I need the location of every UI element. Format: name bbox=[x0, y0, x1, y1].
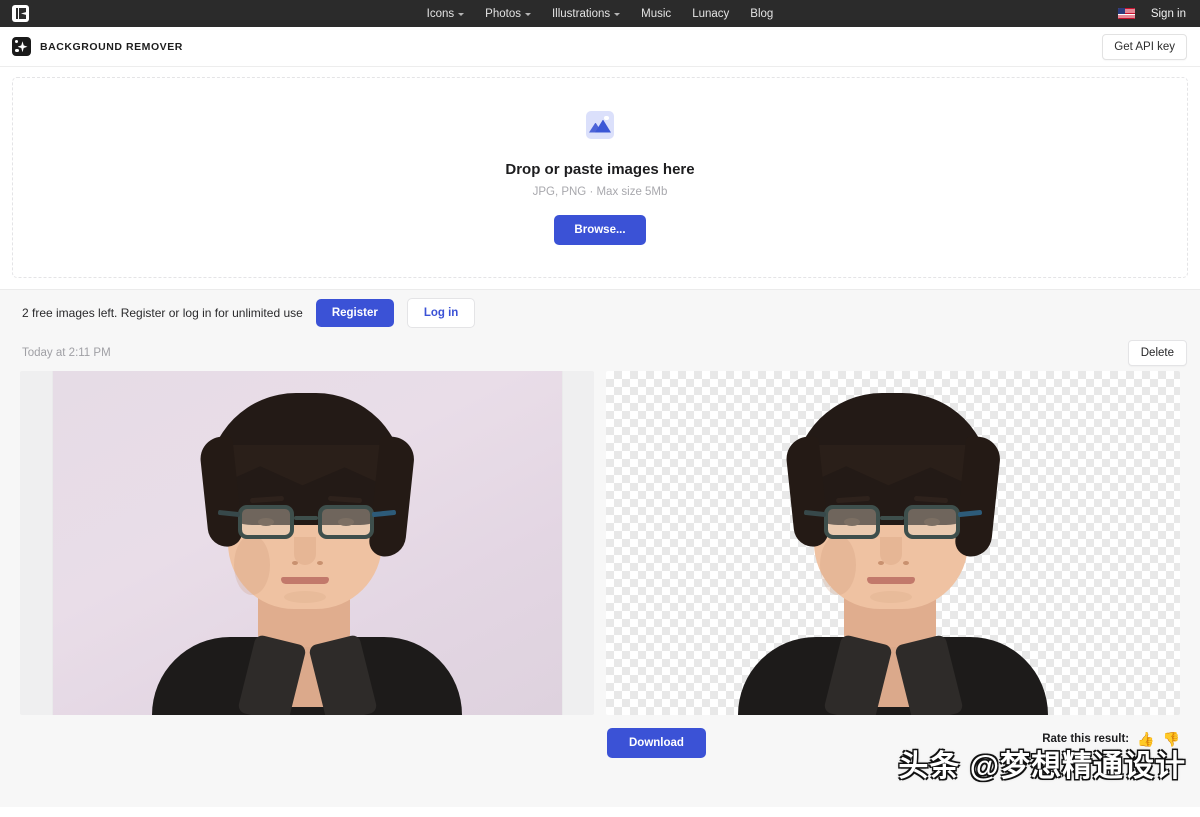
glasses-bridge bbox=[294, 516, 318, 520]
icons8-logo-icon bbox=[12, 5, 29, 22]
browse-button[interactable]: Browse... bbox=[554, 214, 646, 245]
thumbs-up-icon[interactable]: 👍 bbox=[1137, 732, 1154, 746]
cheek-shadow bbox=[234, 535, 270, 595]
nav-right-group: Sign in bbox=[1117, 0, 1186, 27]
sign-in-link[interactable]: Sign in bbox=[1151, 8, 1186, 20]
chevron-down-icon bbox=[614, 12, 621, 16]
nav-label-icons: Icons bbox=[426, 7, 455, 20]
free-images-message: 2 free images left. Register or log in f… bbox=[22, 305, 303, 320]
sun-shape bbox=[604, 115, 609, 121]
chin bbox=[284, 591, 326, 603]
free-usage-bar: 2 free images left. Register or log in f… bbox=[0, 289, 1200, 335]
nav-item-music[interactable]: Music bbox=[641, 8, 671, 20]
logo-dot-bottom bbox=[15, 48, 19, 53]
product-header-bar: BACKGROUND REMOVER Get API key bbox=[0, 27, 1200, 67]
download-button[interactable]: Download bbox=[607, 728, 706, 758]
product-brand[interactable]: BACKGROUND REMOVER bbox=[12, 37, 183, 56]
chevron-down-icon bbox=[524, 12, 531, 16]
original-image-panel[interactable] bbox=[20, 371, 594, 715]
glasses-lens-right bbox=[318, 505, 374, 539]
chin bbox=[870, 591, 912, 603]
main-nav-links: Icons Photos Illustrations Music Lunacy … bbox=[427, 8, 774, 20]
nav-label-lunacy: Lunacy bbox=[692, 7, 730, 20]
comparison-panels bbox=[0, 371, 1200, 715]
sparkle-logo-icon bbox=[12, 37, 31, 56]
portrait-figure bbox=[142, 385, 472, 715]
nav-label-illustrations: Illustrations bbox=[551, 7, 611, 20]
log-in-button[interactable]: Log in bbox=[406, 297, 476, 328]
nav-label-photos: Photos bbox=[485, 7, 521, 20]
nostril-left bbox=[292, 561, 298, 565]
result-section: Today at 2:11 PM Delete Download Rate th… bbox=[0, 335, 1200, 807]
original-portrait-photo bbox=[52, 371, 562, 715]
nav-item-lunacy[interactable]: Lunacy bbox=[692, 8, 729, 20]
file-dropzone[interactable]: Drop or paste images here JPG, PNG · Max… bbox=[12, 77, 1188, 278]
page-title: BACKGROUND REMOVER bbox=[40, 40, 183, 53]
register-button[interactable]: Register bbox=[315, 298, 394, 327]
logo-dot-top bbox=[15, 40, 18, 44]
image-placeholder-icon bbox=[586, 110, 614, 139]
rating-widget: Rate this result: 👍 👎 bbox=[1042, 732, 1180, 746]
nav-label-blog: Blog bbox=[750, 7, 774, 20]
glasses-lens-left bbox=[824, 505, 880, 539]
nostril-right bbox=[903, 561, 909, 565]
nav-label-music: Music bbox=[641, 7, 672, 20]
dropzone-title: Drop or paste images here bbox=[505, 160, 695, 178]
glasses-lens-left bbox=[238, 505, 294, 539]
dropzone-container: Drop or paste images here JPG, PNG · Max… bbox=[0, 67, 1200, 289]
glasses-bridge bbox=[880, 516, 904, 520]
mouth bbox=[867, 577, 915, 584]
nav-item-blog[interactable]: Blog bbox=[750, 8, 773, 20]
delete-button[interactable]: Delete bbox=[1127, 340, 1187, 366]
result-image-panel[interactable] bbox=[606, 371, 1180, 715]
result-header-row: Today at 2:11 PM Delete bbox=[0, 335, 1200, 371]
logo-sparkle bbox=[17, 41, 28, 53]
glasses-lens-right bbox=[904, 505, 960, 539]
top-navigation-bar: Icons Photos Illustrations Music Lunacy … bbox=[0, 0, 1200, 27]
thumbs-down-icon[interactable]: 👎 bbox=[1163, 732, 1180, 746]
rate-label: Rate this result: bbox=[1042, 733, 1130, 745]
icons8-logo[interactable] bbox=[12, 0, 29, 27]
us-flag-icon[interactable] bbox=[1117, 8, 1135, 19]
nostril-right bbox=[317, 561, 323, 565]
flag-canton bbox=[1117, 8, 1126, 14]
background-removed-portrait bbox=[728, 385, 1058, 715]
chevron-down-icon bbox=[458, 12, 465, 16]
result-actions-row: Download Rate this result: 👍 👎 bbox=[0, 715, 1200, 770]
transparency-checkerboard bbox=[606, 371, 1180, 715]
mouth bbox=[281, 577, 329, 584]
nostril-left bbox=[878, 561, 884, 565]
get-api-key-button[interactable]: Get API key bbox=[1102, 33, 1187, 60]
nav-item-illustrations[interactable]: Illustrations bbox=[551, 7, 621, 20]
dropzone-subtitle: JPG, PNG · Max size 5Mb bbox=[532, 185, 668, 198]
nav-item-icons[interactable]: Icons bbox=[427, 8, 465, 20]
result-timestamp: Today at 2:11 PM bbox=[22, 347, 111, 359]
cheek-shadow bbox=[820, 535, 856, 595]
nav-item-photos[interactable]: Photos bbox=[485, 8, 531, 20]
